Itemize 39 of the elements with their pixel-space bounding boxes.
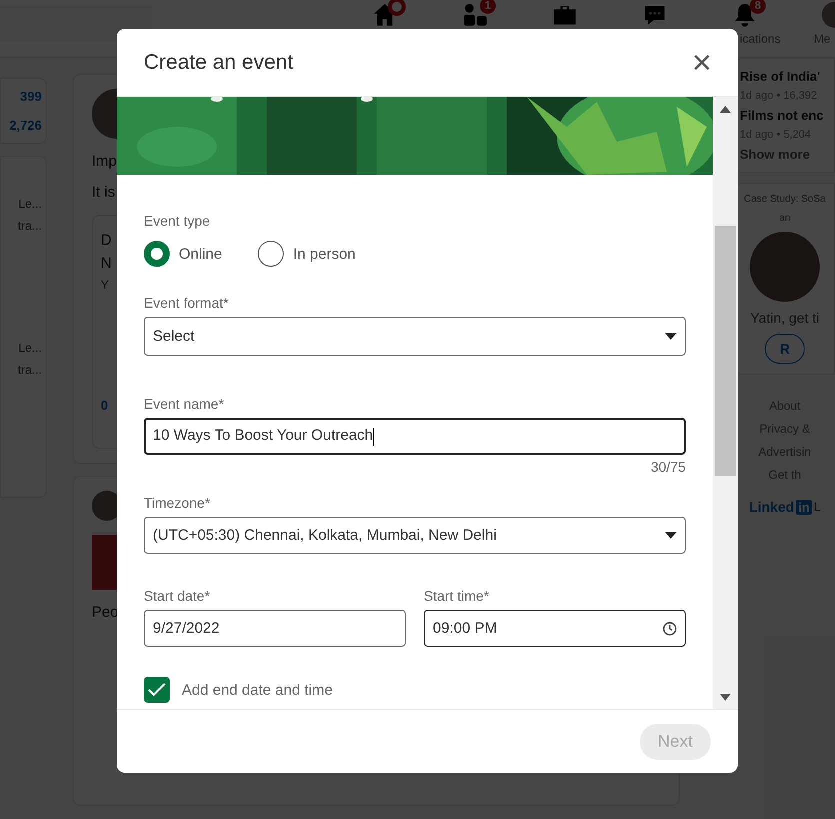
format-select[interactable]: Select	[144, 317, 686, 356]
stat-count[interactable]: 2,726	[9, 118, 42, 133]
radio-icon[interactable]	[144, 241, 170, 267]
checkbox[interactable]	[144, 677, 170, 703]
close-button[interactable]: ×	[690, 46, 714, 80]
scrollbar-thumb[interactable]	[715, 226, 736, 476]
field-label: Event type	[144, 213, 212, 229]
dropdown-caret-icon	[665, 532, 677, 539]
checkbox-label: Add end date and time	[182, 682, 333, 698]
radio-icon[interactable]	[258, 241, 284, 267]
field-label: Start date*	[144, 588, 212, 604]
dialog-title: Create an event	[144, 50, 294, 74]
end-date-checkbox-row[interactable]: Add end date and time	[144, 677, 686, 703]
start-date-input[interactable]: 9/27/2022	[144, 610, 406, 647]
field-label: Timezone*	[144, 495, 212, 511]
brand-wordmark: Linked	[749, 499, 794, 515]
scroll-down-icon[interactable]	[720, 694, 731, 701]
field-label: Event format*	[144, 295, 230, 311]
post-text: It is	[92, 184, 116, 201]
card-title: N	[101, 255, 112, 272]
radio-option[interactable]: Online	[144, 241, 222, 267]
checkmark-icon	[148, 683, 166, 697]
character-counter: 30/75	[650, 459, 686, 475]
field-label: Start time*	[424, 588, 490, 604]
scrollbar[interactable]	[713, 97, 738, 709]
card-title: D	[101, 232, 112, 249]
post-text: Imp	[92, 153, 118, 170]
dropdown-caret-icon	[665, 333, 677, 340]
stat-count[interactable]: 399	[20, 89, 42, 104]
event-name-input[interactable]: 10 Ways To Boost Your Outreach	[144, 418, 686, 455]
field-label: Event name*	[144, 396, 226, 412]
radio-label: In person	[293, 246, 356, 262]
timezone-select[interactable]: (UTC+05:30) Chennai, Kolkata, Mumbai, New Delhi	[144, 517, 686, 554]
clock-icon	[663, 622, 677, 636]
input-value: 10 Ways To Boost Your Outreach	[153, 427, 374, 446]
radio-option[interactable]: In person	[258, 241, 356, 267]
radio-label: Online	[179, 246, 222, 262]
scroll-up-icon[interactable]	[720, 106, 731, 113]
start-time-input[interactable]: 09:00 PM	[424, 610, 686, 647]
